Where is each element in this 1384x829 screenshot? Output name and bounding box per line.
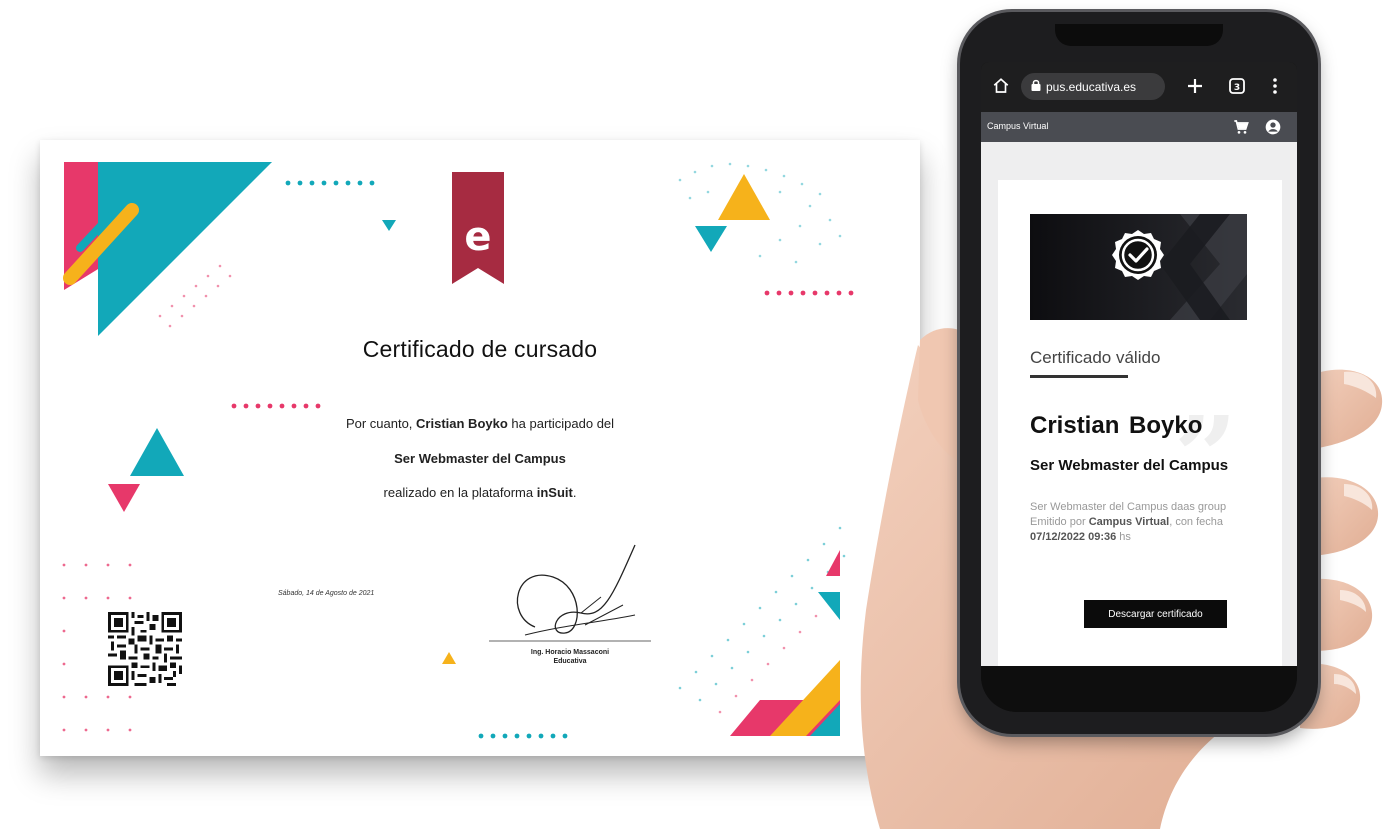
screen-bottom-bar bbox=[981, 666, 1297, 712]
valid-certificate-heading: Certificado válido bbox=[1030, 348, 1161, 367]
tabs-icon: 3 bbox=[1229, 78, 1245, 94]
home-icon[interactable] bbox=[989, 74, 1013, 98]
browser-toolbar: pus.educativa.es 3 bbox=[981, 62, 1297, 112]
certificate-details: Ser Webmaster del Campus daas group Emit… bbox=[1030, 500, 1250, 545]
certificate-banner bbox=[1030, 214, 1247, 320]
valid-student-name: Cristian Boyko bbox=[1030, 412, 1203, 439]
heading-underline bbox=[1030, 375, 1128, 378]
cart-icon[interactable] bbox=[1233, 119, 1249, 140]
phone-screen: pus.educativa.es 3 Campus Virtual Certif… bbox=[981, 62, 1297, 712]
course-group: Ser Webmaster del Campus daas group bbox=[1030, 501, 1227, 513]
valid-course-name: Ser Webmaster del Campus bbox=[1030, 457, 1229, 474]
smartphone: pus.educativa.es 3 Campus Virtual Certif… bbox=[960, 12, 1318, 734]
site-header: Campus Virtual bbox=[981, 112, 1297, 142]
site-name[interactable]: Campus Virtual bbox=[987, 121, 1048, 131]
issued-datetime: 07/12/2022 09:36 bbox=[1030, 531, 1117, 543]
download-certificate-button[interactable]: Descargar certificado bbox=[1084, 600, 1227, 628]
lock-icon bbox=[1031, 78, 1041, 96]
more-menu-icon[interactable] bbox=[1263, 74, 1287, 98]
tabs-button[interactable]: 3 bbox=[1225, 74, 1249, 98]
address-bar[interactable]: pus.educativa.es bbox=[1021, 73, 1165, 100]
user-account-icon[interactable] bbox=[1265, 119, 1281, 140]
new-tab-icon[interactable] bbox=[1183, 74, 1207, 98]
url-text: pus.educativa.es bbox=[1046, 79, 1137, 94]
phone-notch bbox=[1055, 24, 1223, 46]
issued-info: Emitido por Campus Virtual, con fecha 07… bbox=[1030, 516, 1224, 543]
svg-text:3: 3 bbox=[1234, 83, 1240, 93]
issuer: Campus Virtual bbox=[1088, 516, 1170, 528]
validation-card: Certificado válido ” Cristian Boyko Ser … bbox=[998, 180, 1282, 666]
